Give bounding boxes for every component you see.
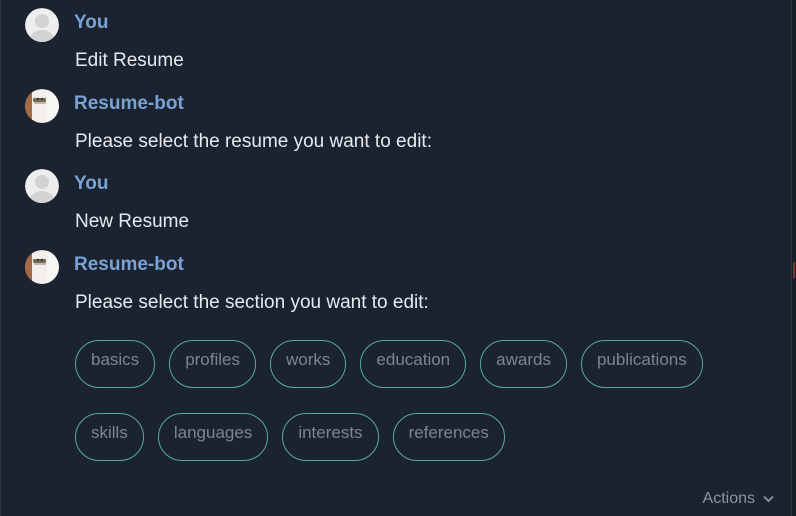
section-options-row: basics profiles works education awards p… [75, 340, 703, 388]
option-references-button[interactable]: references [392, 413, 505, 461]
message-header: Resume-bot [25, 89, 184, 123]
actions-button[interactable]: Actions [703, 490, 774, 508]
chevron-down-icon [763, 495, 774, 503]
message-text: Edit Resume [75, 50, 184, 71]
chat-message: Resume-bot Please select the resume you … [25, 89, 432, 152]
option-works-button[interactable]: works [270, 340, 347, 388]
message-author: You [74, 173, 109, 194]
scroll-marker [793, 262, 795, 278]
option-interests-button[interactable]: interests [282, 413, 379, 461]
message-author: You [74, 12, 109, 33]
message-header: You [25, 169, 108, 203]
chat-message: You Edit Resume [25, 8, 184, 71]
option-publications-button[interactable]: publications [580, 340, 703, 388]
message-text: Please select the section you want to ed… [75, 292, 429, 313]
chat-window: You Edit Resume Resume-bot Please select… [0, 0, 796, 516]
bot-avatar-icon [25, 250, 59, 284]
option-skills-button[interactable]: skills [75, 413, 144, 461]
chat-message: Resume-bot Please select the section you… [25, 250, 429, 313]
message-header: You [25, 8, 108, 42]
chat-message: You New Resume [25, 169, 189, 232]
message-author: Resume-bot [74, 254, 184, 275]
message-text: Please select the resume you want to edi… [75, 131, 432, 152]
message-author: Resume-bot [74, 93, 184, 114]
scrollbar[interactable] [791, 0, 796, 516]
option-languages-button[interactable]: languages [157, 413, 269, 461]
actions-label: Actions [702, 490, 755, 507]
option-basics-button[interactable]: basics [75, 340, 156, 388]
user-avatar-icon [25, 8, 59, 42]
option-awards-button[interactable]: awards [480, 340, 567, 388]
option-profiles-button[interactable]: profiles [169, 340, 256, 388]
bot-avatar-icon [25, 89, 59, 123]
message-header: Resume-bot [25, 250, 184, 284]
section-options-row: skills languages interests references [75, 413, 505, 461]
option-education-button[interactable]: education [360, 340, 467, 388]
message-text: New Resume [75, 211, 190, 232]
user-avatar-icon [25, 169, 59, 203]
